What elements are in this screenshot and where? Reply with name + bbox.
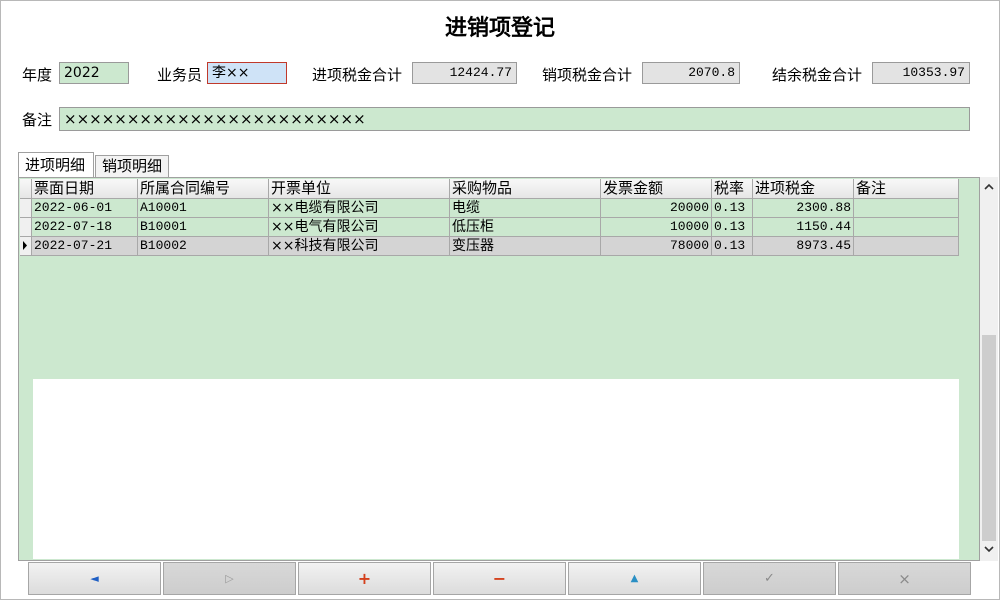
cell-item[interactable]: 变压器	[450, 237, 601, 256]
cell-rate[interactable]: 0.13	[712, 218, 753, 237]
cancel-record-button[interactable]: ×	[838, 562, 971, 595]
cell-amount[interactable]: 10000	[601, 218, 712, 237]
cell-note[interactable]	[854, 218, 959, 237]
col-header-note[interactable]: 备注	[854, 179, 959, 199]
cross-icon: ×	[898, 569, 911, 588]
output-tax-total-field[interactable]: 2070.8	[642, 62, 740, 84]
year-label: 年度	[22, 66, 53, 84]
plus-icon: +	[357, 569, 372, 588]
minus-icon: −	[492, 569, 507, 588]
year-field[interactable]: 2022	[59, 62, 129, 84]
col-header-issuer[interactable]: 开票单位	[269, 179, 450, 199]
prior-record-button[interactable]: ◄	[28, 562, 161, 595]
row-indicator-current[interactable]	[20, 237, 32, 256]
tab-output-details[interactable]: 销项明细	[95, 155, 169, 178]
cell-tax[interactable]: 2300.88	[753, 199, 854, 218]
row-indicator[interactable]	[20, 218, 32, 237]
cell-note[interactable]	[854, 199, 959, 218]
edit-record-button[interactable]: ▲	[568, 562, 701, 595]
row-indicator[interactable]	[20, 199, 32, 218]
cell-contract[interactable]: A10001	[138, 199, 269, 218]
scroll-thumb[interactable]	[982, 335, 996, 541]
triangle-up-icon: ▲	[630, 573, 639, 584]
cell-contract[interactable]: B10001	[138, 218, 269, 237]
note-field[interactable]: ××××××××××××××××××××××××	[59, 107, 970, 131]
cell-issuer[interactable]: ××科技有限公司	[269, 237, 450, 256]
triangle-left-icon: ◄	[90, 572, 99, 585]
insert-record-button[interactable]: +	[298, 562, 431, 595]
grid-empty-area	[33, 379, 959, 559]
scroll-strip	[964, 181, 978, 558]
next-record-button[interactable]: ▷	[163, 562, 296, 595]
cell-date[interactable]: 2022-06-01	[32, 199, 138, 218]
cell-contract[interactable]: B10002	[138, 237, 269, 256]
grid-corner	[20, 179, 32, 199]
input-tax-total-field[interactable]: 12424.77	[412, 62, 517, 84]
cell-tax[interactable]: 1150.44	[753, 218, 854, 237]
page-title: 进销项登记	[444, 15, 555, 41]
cell-amount[interactable]: 20000	[601, 199, 712, 218]
tab-input-details[interactable]: 进项明细	[18, 152, 94, 178]
salesperson-field[interactable]: 李××	[207, 62, 287, 84]
cell-issuer[interactable]: ××电气有限公司	[269, 218, 450, 237]
scroll-down-icon[interactable]	[983, 544, 995, 554]
cell-item[interactable]: 电缆	[450, 199, 601, 218]
col-header-amount[interactable]: 发票金额	[601, 179, 712, 199]
col-header-contract[interactable]: 所属合同编号	[138, 179, 269, 199]
cell-rate[interactable]: 0.13	[712, 199, 753, 218]
scroll-up-icon[interactable]	[983, 182, 995, 192]
input-tax-total-label: 进项税金合计	[312, 66, 403, 84]
cell-amount[interactable]: 78000	[601, 237, 712, 256]
cell-rate[interactable]: 0.13	[712, 237, 753, 256]
cell-item[interactable]: 低压柜	[450, 218, 601, 237]
cell-tax[interactable]: 8973.45	[753, 237, 854, 256]
col-header-item[interactable]: 采购物品	[450, 179, 601, 199]
delete-record-button[interactable]: −	[433, 562, 566, 595]
cell-date[interactable]: 2022-07-21	[32, 237, 138, 256]
vertical-scrollbar[interactable]	[980, 177, 998, 561]
col-header-rate[interactable]: 税率	[712, 179, 753, 199]
balance-tax-total-label: 结余税金合计	[772, 66, 863, 84]
post-record-button[interactable]: ✓	[703, 562, 836, 595]
output-tax-total-label: 销项税金合计	[542, 66, 633, 84]
note-label: 备注	[22, 111, 53, 129]
col-header-date[interactable]: 票面日期	[32, 179, 138, 199]
current-row-arrow-icon	[23, 241, 27, 250]
balance-tax-total-field[interactable]: 10353.97	[872, 62, 970, 84]
cell-date[interactable]: 2022-07-18	[32, 218, 138, 237]
triangle-right-icon: ▷	[225, 572, 234, 585]
salesperson-label: 业务员	[157, 66, 203, 84]
check-icon: ✓	[764, 571, 775, 586]
cell-note[interactable]	[854, 237, 959, 256]
cell-issuer[interactable]: ××电缆有限公司	[269, 199, 450, 218]
col-header-tax[interactable]: 进项税金	[753, 179, 854, 199]
details-grid[interactable]: 票面日期 所属合同编号 开票单位 采购物品 发票金额 税率 进项税金 备注 20…	[18, 177, 980, 561]
